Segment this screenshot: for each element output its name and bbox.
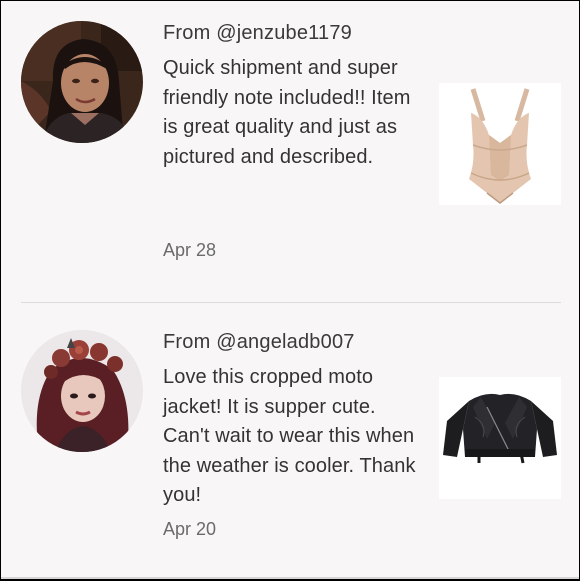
reviews-page: From @jenzube1179 Quick shipment and sup… <box>1 1 579 579</box>
review-comment: Love this cropped moto jacket! It is sup… <box>163 366 416 506</box>
review-author[interactable]: From @angeladb007 <box>163 330 355 354</box>
item-thumbnail[interactable] <box>439 377 561 499</box>
review-comment: Quick shipment and super friendly note i… <box>163 57 411 168</box>
review-author[interactable]: From @jenzube1179 <box>163 21 352 45</box>
item-thumbnail[interactable] <box>439 83 561 205</box>
review-date: Apr 28 <box>163 240 217 260</box>
review-item: From @angeladb007 Love this cropped moto… <box>1 303 579 579</box>
user-avatar-photo-icon <box>21 21 143 143</box>
bottom-divider <box>1 577 579 579</box>
review-item: From @jenzube1179 Quick shipment and sup… <box>1 1 579 301</box>
moto-jacket-image-icon <box>439 377 561 499</box>
bodysuit-shapewear-image-icon <box>439 83 561 205</box>
reviewer-avatar[interactable] <box>21 21 143 143</box>
user-avatar-photo-icon <box>21 330 143 452</box>
reviewer-avatar[interactable] <box>21 330 143 452</box>
review-date: Apr 20 <box>163 519 217 539</box>
